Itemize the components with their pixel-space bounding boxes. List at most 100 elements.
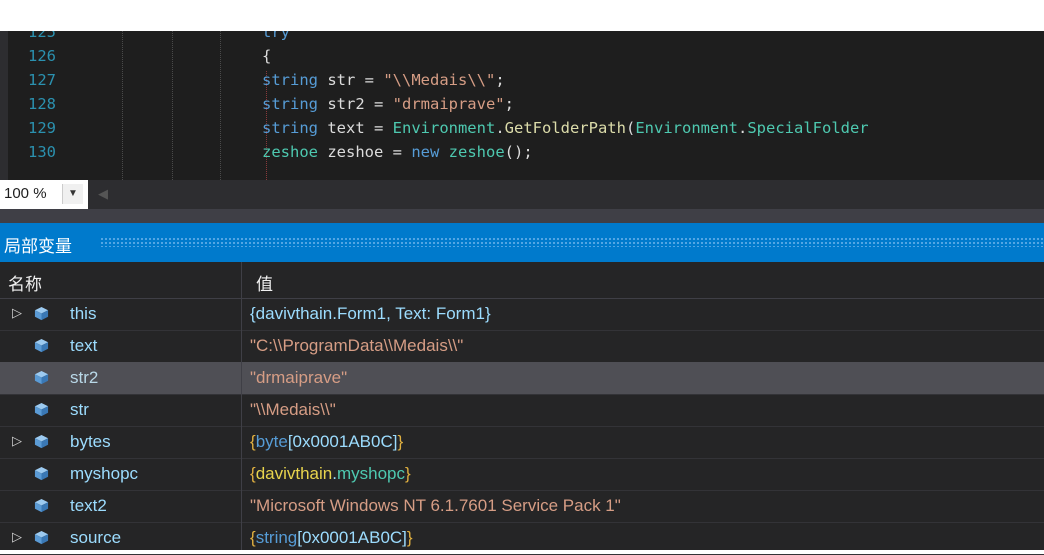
column-header-value[interactable]: 值 [256,270,273,295]
code-token: (); [504,143,533,161]
value-token: } [397,432,404,451]
field-icon [34,370,49,385]
code-token: GetFolderPath [504,119,626,137]
code-line[interactable]: 125 try [0,31,1044,43]
code-line[interactable]: 126 { [0,45,1044,67]
code-token: string [262,71,318,89]
variable-value[interactable]: "Microsoft Windows NT 6.1.7601 Service P… [250,496,621,516]
line-number: 130 [28,143,56,161]
variable-value[interactable]: {string[0x0001AB0C]} [250,528,413,548]
code-text: string str2 = "drmaiprave"; [262,93,514,115]
variable-name: myshopc [70,464,139,483]
field-icon [34,402,49,417]
field-icon [34,306,49,321]
grid-header: 名称 值 [0,262,1044,299]
code-token: Environment [635,119,738,137]
table-row[interactable]: ▷ this {davivthain.Form1, Text: Form1} [0,298,1044,331]
line-number: 126 [28,47,56,65]
variable-name: text2 [70,496,107,515]
table-row[interactable]: ▷ source {string[0x0001AB0C]} [0,522,1044,555]
code-token: string [262,119,318,137]
code-token: zeshoe [439,143,505,161]
line-number: 128 [28,95,56,113]
variable-value[interactable]: "C:\\ProgramData\\Medais\\" [250,336,463,356]
line-number: 127 [28,71,56,89]
value-token: } [405,464,411,483]
code-token: text = [318,119,393,137]
value-token: "drmaiprave" [250,368,348,387]
variable-name: bytes [70,432,111,451]
scroll-left-icon[interactable]: ◀ [98,186,108,202]
expand-arrow-icon[interactable]: ▷ [12,305,22,321]
code-token: zeshoe = [318,143,412,161]
field-icon [34,530,49,545]
column-separator[interactable] [241,262,242,550]
value-token: "C:\\ProgramData\\Medais\\" [250,336,464,355]
variable-value[interactable]: {davivthain.Form1, Text: Form1} [250,304,491,324]
table-row[interactable]: ▷ bytes {byte[0x0001AB0C]} [0,426,1044,459]
locals-grid: 名称 值 ▷ this {davivthain.Form1, Text: Form1… [0,262,1044,555]
code-token: "\\Medais\\" [383,71,496,89]
variable-name: this [70,304,97,323]
field-icon [34,434,49,449]
code-text: string text = Environment.GetFolderPath(… [262,117,869,139]
code-token: Environment [392,119,496,137]
zoom-selector[interactable]: 100 % ▼ [0,180,88,209]
value-token: string [255,528,298,547]
value-token: byte [255,432,288,451]
table-row[interactable]: text "C:\\ProgramData\\Medais\\" [0,330,1044,363]
locals-window-titlebar[interactable]: 局部变量 [0,223,1044,262]
value-token: "Microsoft Windows NT 6.1.7601 Service P… [250,496,621,515]
editor-status-bar: 100 % ▼ ◀ [0,180,1044,209]
field-icon [34,498,49,513]
variable-value[interactable]: "\\Medais\\" [250,400,336,420]
variable-value[interactable]: "drmaiprave" [250,368,347,388]
code-token: ( [625,119,636,137]
value-token: {davivthain.Form1, Text: Form1} [250,304,491,323]
variable-name: text [70,336,98,355]
code-token: { [262,47,272,65]
window-title: 局部变量 [4,237,72,256]
table-row[interactable]: str "\\Medais\\" [0,394,1044,427]
code-token: "drmaiprave" [392,95,505,113]
code-editor[interactable]: 125 try 126 {127 string str = "\\Medais\\";… [0,31,1044,180]
code-text: { [262,45,271,67]
code-token: new [411,143,440,161]
code-line[interactable]: 130 zeshoe zeshoe = new zeshoe(); [0,141,1044,163]
value-token: davivthain [255,464,333,483]
expand-arrow-icon[interactable]: ▷ [12,433,22,449]
variable-name: str [70,400,89,419]
code-token: . [495,119,505,137]
expand-arrow-icon[interactable]: ▷ [12,529,22,545]
code-line[interactable]: 128 string str2 = "drmaiprave"; [0,93,1044,115]
variable-name: source [70,528,122,547]
variable-value[interactable]: {davivthain.myshopc} [250,464,411,484]
zoom-level: 100 % [4,185,47,202]
panel-splitter[interactable] [0,209,1044,223]
code-text: try [262,31,290,43]
variable-value[interactable]: {byte[0x0001AB0C]} [250,432,403,452]
table-row[interactable]: text2 "Microsoft Windows NT 6.1.7601 Serv… [0,490,1044,523]
field-icon [34,338,49,353]
code-line[interactable]: 127 string str = "\\Medais\\"; [0,69,1044,91]
variable-name: str2 [70,368,99,387]
code-line[interactable]: 129 string text = Environment.GetFolderP… [0,117,1044,139]
code-token: str2 = [318,95,393,113]
code-token: zeshoe [262,143,318,161]
value-token: [0x0001AB0C] [287,432,398,451]
value-token: myshopc [336,464,406,483]
value-token: "\\Medais\\" [250,400,336,419]
table-row[interactable]: myshopc {davivthain.myshopc} [0,458,1044,491]
table-row[interactable]: str2 "drmaiprave" [0,362,1044,395]
column-header-name[interactable]: 名称 [8,270,42,295]
code-token: string [262,95,318,113]
value-token: } [406,528,413,547]
field-icon [34,466,49,481]
code-token: ; [504,95,514,113]
code-token: SpecialFolder [747,119,869,137]
code-token: . [737,119,748,137]
code-token: try [262,31,290,41]
code-token: ; [495,71,505,89]
drag-grip[interactable] [100,237,1044,247]
chevron-down-icon[interactable]: ▼ [62,184,83,204]
